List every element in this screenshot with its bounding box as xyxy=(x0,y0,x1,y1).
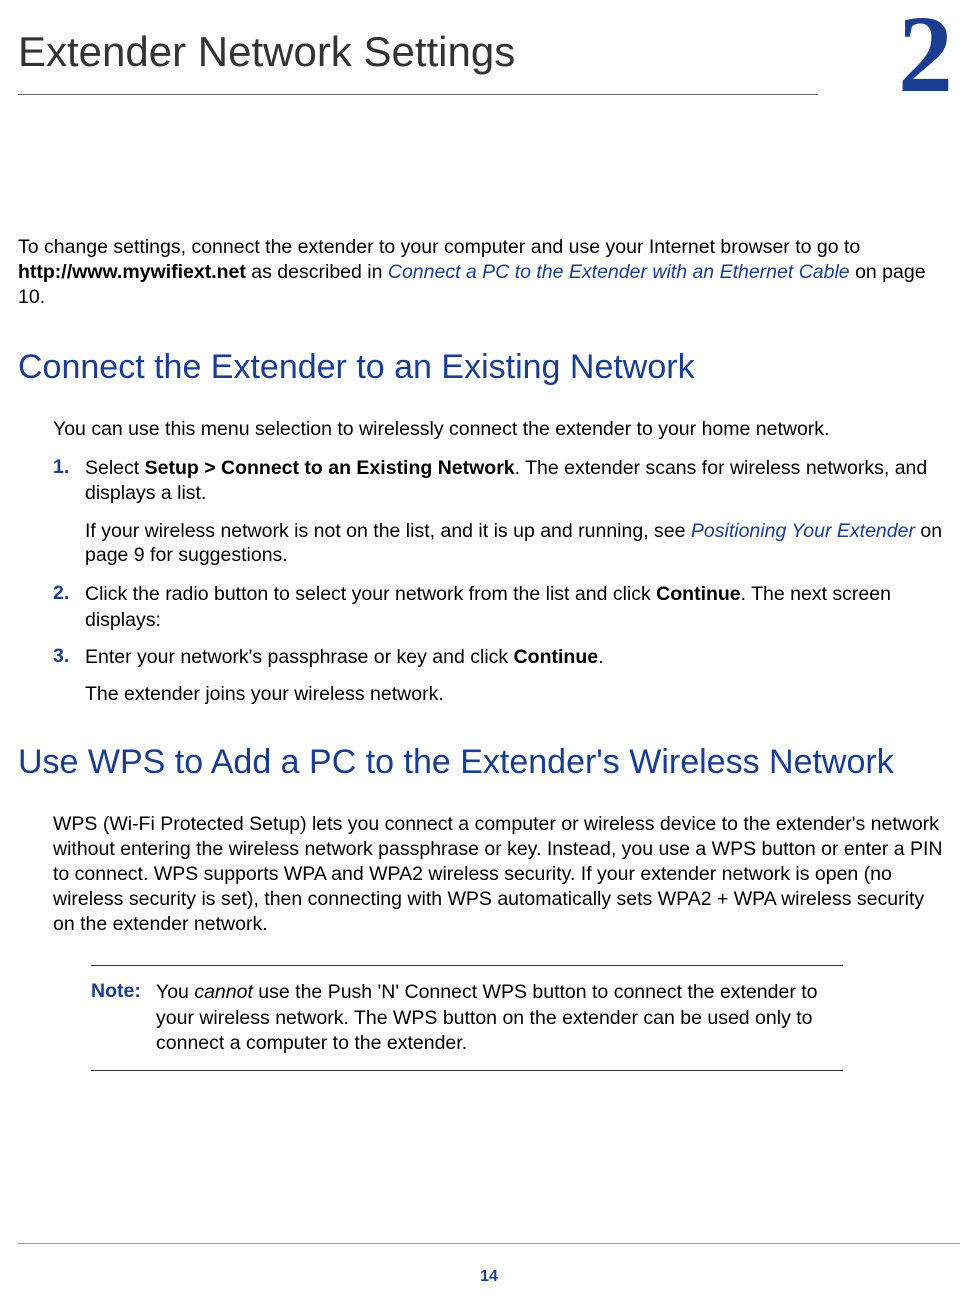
step-1: 1. Select Setup > Connect to an Existing… xyxy=(53,456,943,507)
step3-before: Enter your network's passphrase or key a… xyxy=(85,646,514,668)
intro-link[interactable]: Connect a PC to the Extender with an Eth… xyxy=(388,261,850,283)
section1-intro: You can use this menu selection to wirel… xyxy=(53,417,943,442)
note-after: use the Push 'N' Connect WPS button to c… xyxy=(156,981,818,1054)
step-number: 1. xyxy=(53,456,85,507)
note-label: Note: xyxy=(91,980,156,1056)
step1-sub-before: If your wireless network is not on the l… xyxy=(85,520,691,542)
step-number: 3. xyxy=(53,645,85,670)
intro-url: http://www.mywifiext.net xyxy=(18,261,246,283)
section2-body: WPS (Wi-Fi Protected Setup) lets you con… xyxy=(18,812,943,1071)
step-3: 3. Enter your network's passphrase or ke… xyxy=(53,645,943,670)
footer-divider xyxy=(18,1243,960,1244)
step-2: 2. Click the radio button to select your… xyxy=(53,582,943,633)
step2-bold: Continue xyxy=(656,583,740,605)
intro-paragraph: To change settings, connect the extender… xyxy=(18,235,943,310)
chapter-header: Extender Network Settings 2 xyxy=(18,20,948,104)
step-number: 2. xyxy=(53,582,85,633)
chapter-title: Extender Network Settings xyxy=(18,28,515,76)
step2-before: Click the radio button to select your ne… xyxy=(85,583,656,605)
step-text: Click the radio button to select your ne… xyxy=(85,582,943,633)
note-box: Note: You cannot use the Push 'N' Connec… xyxy=(91,965,843,1071)
step1-bold: Setup > Connect to an Existing Network xyxy=(145,457,515,479)
note-text: You cannot use the Push 'N' Connect WPS … xyxy=(156,980,843,1056)
step1-sub-link[interactable]: Positioning Your Extender xyxy=(691,520,915,542)
section1-heading: Connect the Extender to an Existing Netw… xyxy=(18,348,943,387)
step3-bold: Continue xyxy=(514,646,598,668)
note-before: You xyxy=(156,981,194,1003)
page-number: 14 xyxy=(0,1268,978,1286)
step3-after: . xyxy=(598,646,603,668)
intro-text-before: To change settings, connect the extender… xyxy=(18,236,860,258)
intro-text-mid: as described in xyxy=(246,261,388,283)
step1-before: Select xyxy=(85,457,145,479)
chapter-number: 2 xyxy=(898,5,953,104)
note-italic: cannot xyxy=(194,981,253,1003)
step3-sub: The extender joins your wireless network… xyxy=(85,682,943,707)
step-text: Select Setup > Connect to an Existing Ne… xyxy=(85,456,943,507)
step-text: Enter your network's passphrase or key a… xyxy=(85,645,943,670)
content-area: To change settings, connect the extender… xyxy=(18,235,948,1071)
section2-para: WPS (Wi-Fi Protected Setup) lets you con… xyxy=(53,812,943,937)
section1-body: You can use this menu selection to wirel… xyxy=(18,417,943,708)
step1-sub: If your wireless network is not on the l… xyxy=(85,519,943,569)
section2-heading: Use WPS to Add a PC to the Extender's Wi… xyxy=(18,743,943,782)
